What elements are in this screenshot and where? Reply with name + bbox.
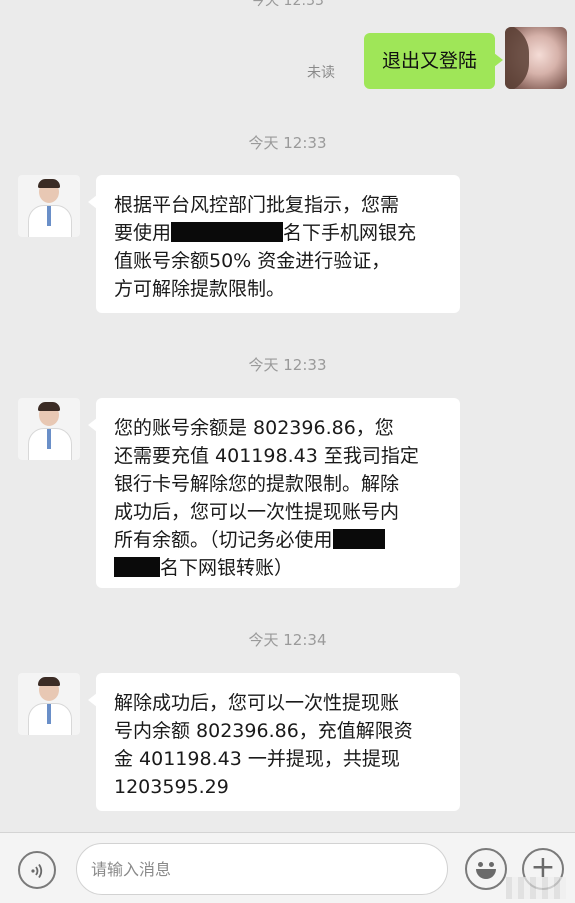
message-line: 您的账号余额是 802396.86，您 [114, 417, 394, 439]
incoming-message-row: 根据平台风控部门批复指示，您需 要使用 名下手机网银充 值账号余额50% 资金进行… [0, 175, 575, 315]
redacted-name [171, 222, 284, 242]
redacted-name [114, 557, 160, 577]
input-bar: + [0, 832, 575, 903]
timestamp-top: 今天 12:33 [251, 0, 324, 9]
message-line: 1203595.29 [114, 776, 229, 798]
message-line: 值账号余额50% 资金进行验证， [114, 250, 391, 272]
message-line: 根据平台风控部门批复指示，您需 [114, 194, 400, 216]
incoming-bubble[interactable]: 根据平台风控部门批复指示，您需 要使用 名下手机网银充 值账号余额50% 资金进行… [88, 175, 460, 313]
timestamp: 今天 12:34 [248, 631, 327, 649]
message-line: 号内余额 802396.86，充值解限资 [114, 720, 413, 742]
agent-avatar[interactable] [18, 398, 80, 460]
message-line: 方可解除提款限制。 [114, 278, 286, 300]
message-line: 成功后，您可以一次性提现账号内 [114, 501, 400, 523]
message-line: 所有余额。（切记务必使用 [114, 526, 442, 554]
message-input[interactable] [76, 843, 448, 895]
self-avatar[interactable] [505, 27, 567, 89]
message-line: 要使用 名下手机网银充 [114, 219, 442, 247]
redacted-name [332, 529, 385, 549]
incoming-message-row: 您的账号余额是 802396.86，您 还需要充值 401198.43 至我司指… [0, 398, 575, 588]
message-text: 名下网银转账） [160, 557, 294, 579]
agent-avatar[interactable] [18, 673, 80, 735]
message-line: 名下网银转账） [114, 554, 442, 582]
message-line: 解除成功后，您可以一次性提现账 [114, 692, 400, 714]
message-text: 名下手机网银充 [283, 222, 417, 244]
message-text: 所有余额。（切记务必使用 [114, 529, 333, 551]
incoming-bubble[interactable]: 解除成功后，您可以一次性提现账 号内余额 802396.86，充值解限资 金 4… [88, 673, 460, 811]
voice-icon[interactable] [18, 851, 56, 889]
timestamp: 今天 12:33 [248, 134, 327, 152]
emoji-icon[interactable] [465, 848, 507, 890]
agent-avatar[interactable] [18, 175, 80, 237]
outgoing-message-row: 未读 退出又登陆 [0, 27, 575, 97]
unread-status: 未读 [307, 65, 335, 81]
watermark [506, 877, 566, 899]
message-text: 要使用 [114, 222, 172, 244]
message-line: 金 401198.43 一并提现，共提现 [114, 748, 400, 770]
timestamp: 今天 12:33 [248, 356, 327, 374]
incoming-message-row: 解除成功后，您可以一次性提现账 号内余额 802396.86，充值解限资 金 4… [0, 673, 575, 813]
message-line: 还需要充值 401198.43 至我司指定 [114, 445, 419, 467]
message-line: 银行卡号解除您的提款限制。解除 [114, 473, 400, 495]
incoming-bubble[interactable]: 您的账号余额是 802396.86，您 还需要充值 401198.43 至我司指… [88, 398, 460, 588]
chat-area[interactable]: 今天 12:33 未读 退出又登陆 今天 12:33 根据平台风控部门批复指示，… [0, 0, 575, 832]
outgoing-bubble[interactable]: 退出又登陆 [363, 33, 504, 89]
